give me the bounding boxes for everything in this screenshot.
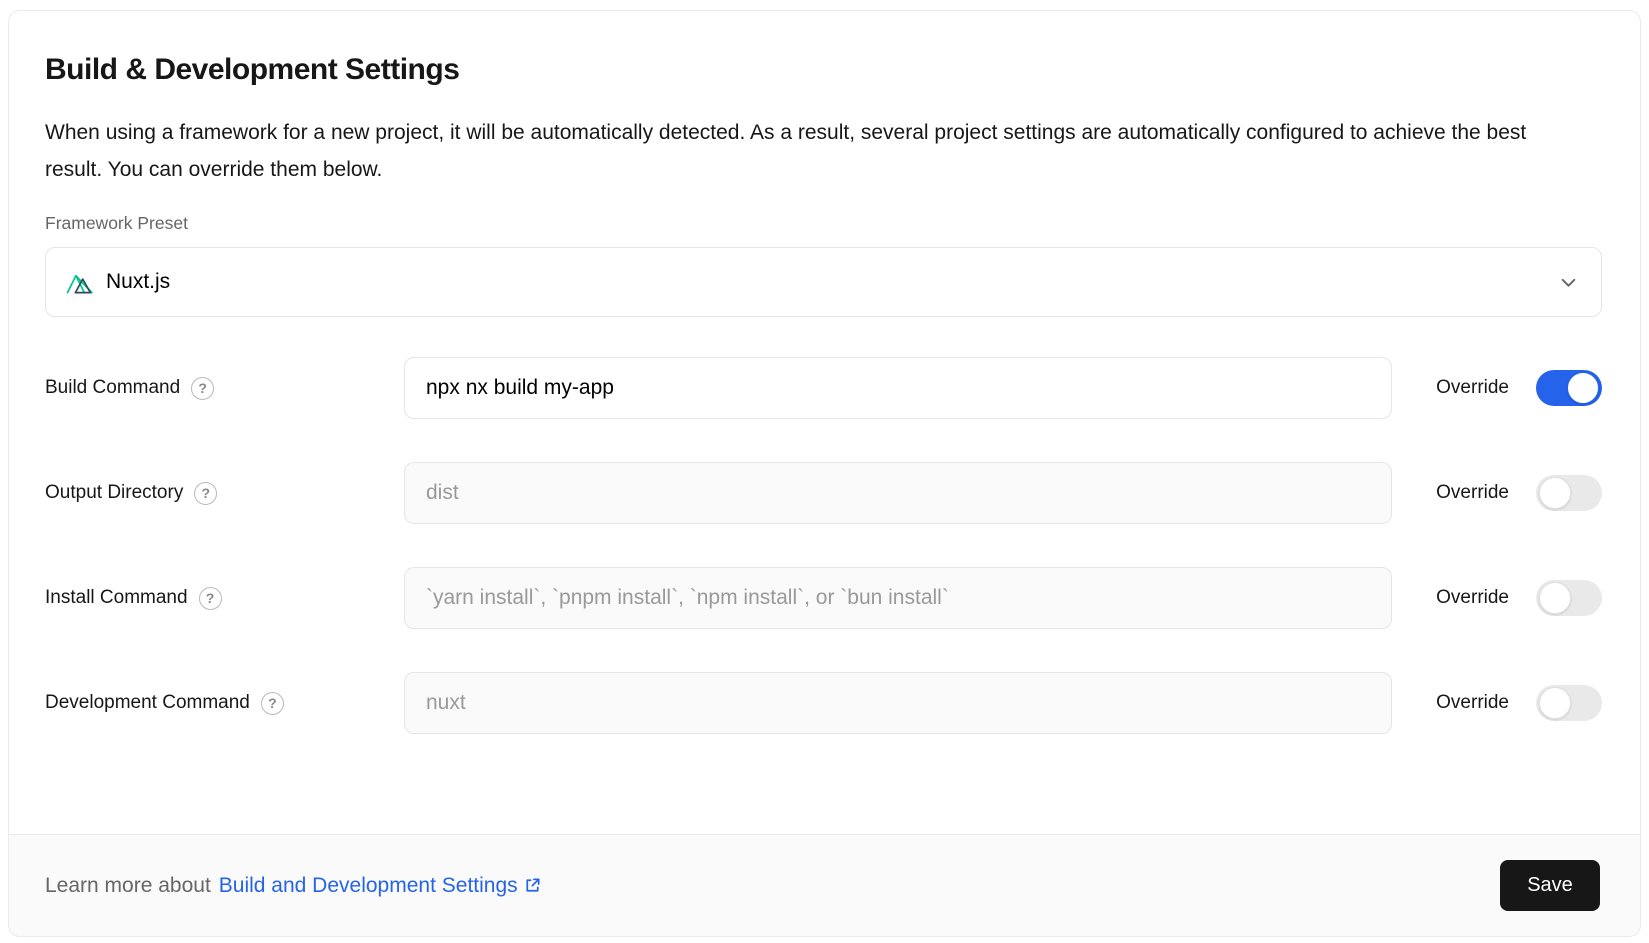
override-label: Override xyxy=(1436,482,1509,504)
override-label: Override xyxy=(1436,587,1509,609)
output-directory-row: Output Directory ? Override xyxy=(45,462,1602,524)
help-icon[interactable]: ? xyxy=(194,482,217,505)
install-command-row: Install Command ? Override xyxy=(45,567,1602,629)
chevron-down-icon xyxy=(1560,274,1577,291)
learn-more-text: Learn more about xyxy=(45,874,211,898)
help-icon[interactable]: ? xyxy=(199,587,222,610)
development-command-label: Development Command xyxy=(45,692,250,714)
build-command-label: Build Command xyxy=(45,377,180,399)
external-link-icon xyxy=(523,876,542,895)
output-directory-label: Output Directory xyxy=(45,482,183,504)
description-text: When using a framework for a new project… xyxy=(45,114,1545,188)
override-label: Override xyxy=(1436,377,1509,399)
build-command-override-toggle[interactable] xyxy=(1536,370,1602,406)
install-command-override-toggle[interactable] xyxy=(1536,580,1602,616)
install-command-input[interactable] xyxy=(404,567,1392,629)
override-label: Override xyxy=(1436,692,1509,714)
framework-selected-value: Nuxt.js xyxy=(106,270,170,294)
help-icon[interactable]: ? xyxy=(191,377,214,400)
save-button[interactable]: Save xyxy=(1500,860,1600,911)
build-command-input[interactable] xyxy=(404,357,1392,419)
install-command-label: Install Command xyxy=(45,587,188,609)
development-command-row: Development Command ? Override xyxy=(45,672,1602,734)
page-title: Build & Development Settings xyxy=(45,53,1602,87)
development-command-override-toggle[interactable] xyxy=(1536,685,1602,721)
card-main: Build & Development Settings When using … xyxy=(9,11,1640,777)
nuxtjs-logo-icon xyxy=(66,270,93,295)
help-icon[interactable]: ? xyxy=(261,692,284,715)
development-command-input[interactable] xyxy=(404,672,1392,734)
card-footer: Learn more about Build and Development S… xyxy=(9,834,1640,936)
framework-preset-select[interactable]: Nuxt.js xyxy=(45,247,1602,317)
build-settings-docs-link[interactable]: Build and Development Settings xyxy=(219,874,542,898)
output-directory-override-toggle[interactable] xyxy=(1536,475,1602,511)
output-directory-input[interactable] xyxy=(404,462,1392,524)
build-settings-card: Build & Development Settings When using … xyxy=(8,10,1641,937)
build-command-row: Build Command ? Override xyxy=(45,357,1602,419)
framework-preset-label: Framework Preset xyxy=(45,213,1602,234)
